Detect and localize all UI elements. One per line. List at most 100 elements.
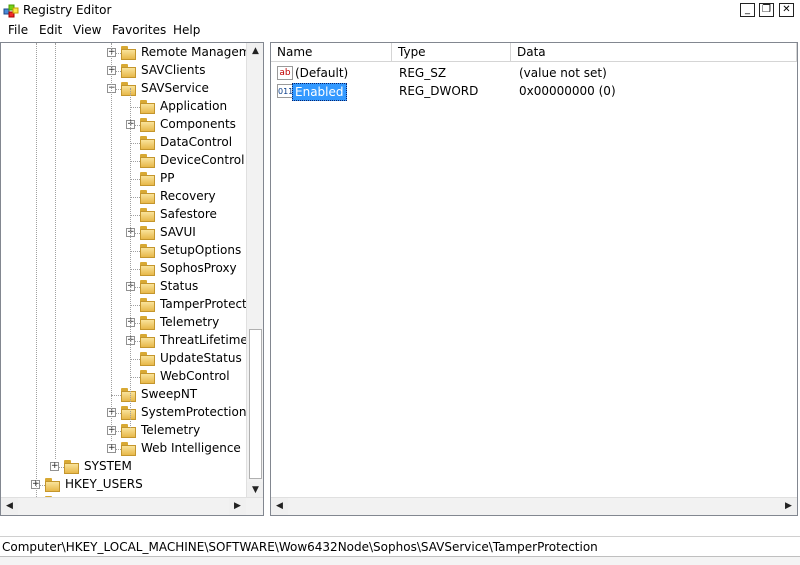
string-value-icon: ab [277,66,293,80]
menu-bar: File Edit View Favorites Help [0,21,800,40]
folder-icon [140,154,156,168]
tree-node[interactable]: SweepNT [1,386,246,404]
binary-value-icon: 011 [277,84,293,98]
tree-node[interactable]: PP [1,170,246,188]
tree-node[interactable]: Application [1,98,246,116]
tree-node[interactable]: + SAVUI [1,224,246,242]
tree-node[interactable]: + SYSTEM [1,458,246,476]
folder-icon [140,208,156,222]
value-data: 0x00000000 (0) [519,84,616,98]
tree-guide-line [36,43,37,513]
tree-node-label: HKEY_USERS [65,477,143,491]
tree-vertical-scrollbar[interactable]: ▲ ▼ [246,43,263,499]
tree-node[interactable]: Recovery [1,188,246,206]
folder-icon [140,118,156,132]
folder-icon [140,244,156,258]
tree-scroll-thumb[interactable] [249,329,262,479]
tree-node-label: SetupOptions [160,243,242,257]
tree-node[interactable]: + Components [1,116,246,134]
value-name-selected[interactable]: Enabled [292,83,347,101]
expand-icon[interactable]: + [107,444,116,453]
folder-icon [140,370,156,384]
tree-node-label: UpdateStatus [160,351,242,365]
values-list[interactable]: Name Type Data ab (Default) REG_SZ (valu… [270,42,798,516]
scroll-left-arrow-icon[interactable]: ◀ [1,498,18,515]
tree-node-label: Status [160,279,199,293]
tree-node[interactable]: + Web Intelligence [1,440,246,458]
tree-node[interactable]: + Status [1,278,246,296]
scroll-left-arrow-icon[interactable]: ◀ [271,498,288,515]
scroll-right-arrow-icon[interactable]: ▶ [780,498,797,515]
close-button[interactable]: ✕ [779,3,794,17]
tree-guide-line [55,43,56,459]
folder-icon [140,100,156,114]
folder-icon [140,280,156,294]
registry-path: Computer\HKEY_LOCAL_MACHINE\SOFTWARE\Wow… [2,540,598,554]
tree-node[interactable]: + SAVClients [1,62,246,80]
menu-favorites[interactable]: Favorites [112,23,166,37]
tree-node-label: SweepNT [141,387,198,401]
column-header-type[interactable]: Type [392,43,511,62]
expand-icon[interactable]: + [50,462,59,471]
folder-icon [121,406,137,420]
tree-node-label: SAVService [141,81,209,95]
tree-node-label: Recovery [160,189,216,203]
tree-node[interactable]: TamperProtectio [1,296,257,314]
folder-icon [140,262,156,276]
tree-guide-line [130,88,131,428]
tree-node[interactable]: SophosProxy [1,260,246,278]
value-type: REG_DWORD [399,84,479,98]
tree-node-label: PP [160,171,175,185]
column-header-name[interactable]: Name [271,43,392,62]
maximize-button[interactable]: ❐ [759,3,774,17]
tree-node-label: SYSTEM [84,459,132,473]
tree-node[interactable]: DeviceControl [1,152,246,170]
tree-node[interactable]: + Telemetry [1,314,246,332]
status-bar: Computer\HKEY_LOCAL_MACHINE\SOFTWARE\Wow… [0,536,800,557]
tree-node[interactable]: UpdateStatus [1,350,246,368]
folder-icon [140,190,156,204]
tree-node[interactable]: + SystemProtection [1,404,246,422]
folder-icon [121,442,137,456]
tree-node[interactable]: + HKEY_USERS [1,476,246,494]
column-header-data[interactable]: Data [511,43,797,62]
value-row-enabled[interactable]: 011 Enabled REG_DWORD 0x00000000 (0) [271,82,797,101]
window-title: Registry Editor [23,3,112,17]
folder-icon [140,226,156,240]
tree-node[interactable]: DataControl [1,134,246,152]
scroll-right-arrow-icon[interactable]: ▶ [229,498,246,515]
menu-view[interactable]: View [73,23,101,37]
menu-file[interactable]: File [8,23,28,37]
folder-icon [140,334,156,348]
tree-node-label: Telemetry [160,315,220,329]
tree-node-label: TamperProtectio [160,297,258,311]
title-bar: Registry Editor _ ❐ ✕ [0,0,800,21]
tree-horizontal-scrollbar[interactable]: ◀ ▶ [1,497,263,515]
value-row-default[interactable]: ab (Default) REG_SZ (value not set) [271,64,797,82]
minimize-button[interactable]: _ [740,3,755,17]
menu-help[interactable]: Help [173,23,200,37]
tree-node-label: ThreatLifetime [160,333,248,347]
registry-tree[interactable]: + Remote Managemen + SAVClients − SAVService A… [0,42,264,516]
scroll-up-arrow-icon[interactable]: ▲ [247,43,263,60]
folder-icon [121,388,137,402]
menu-edit[interactable]: Edit [39,23,62,37]
folder-icon [121,46,137,60]
list-horizontal-scrollbar[interactable]: ◀ ▶ [271,497,797,515]
tree-node-label: Components [160,117,236,131]
tree-node-label: Web Intelligence [141,441,241,455]
tree-node-label: WebControl [160,369,230,383]
tree-node-label: DeviceControl [160,153,245,167]
tree-node[interactable]: + Remote Managemen [1,44,263,62]
registry-editor-icon [3,4,19,18]
tree-node[interactable]: − SAVService [1,80,246,98]
tree-node[interactable]: + ThreatLifetime [1,332,248,350]
tree-node-label: DataControl [160,135,233,149]
tree-guide-line [111,43,112,441]
folder-icon [121,64,137,78]
tree-node[interactable]: + Telemetry [1,422,246,440]
tree-node[interactable]: WebControl [1,368,246,386]
tree-node[interactable]: SetupOptions [1,242,246,260]
folder-icon [45,478,61,492]
tree-node[interactable]: Safestore [1,206,246,224]
